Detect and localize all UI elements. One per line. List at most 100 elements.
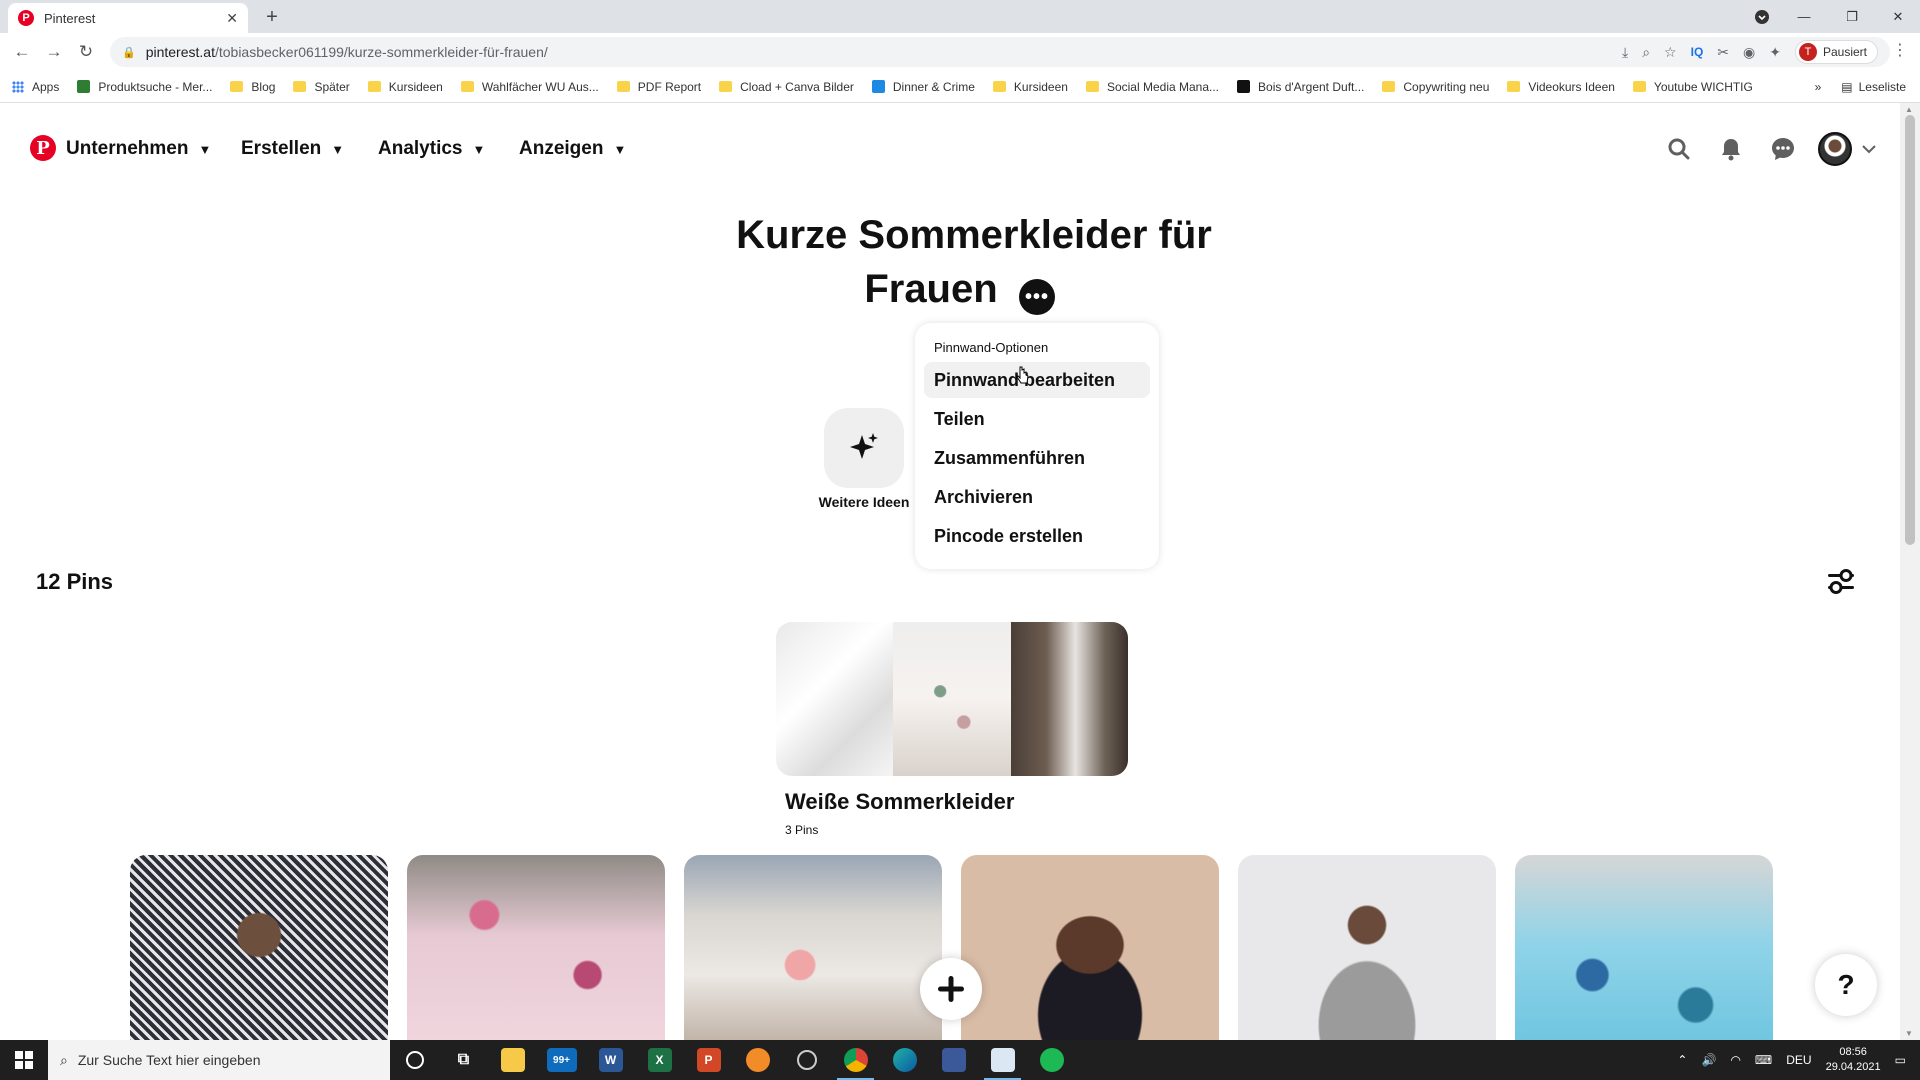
bookmark-item[interactable]: Blog [230,80,275,94]
reading-list-button[interactable]: ▤ Leseliste [1841,80,1906,94]
keyboard-icon[interactable]: ⌨ [1755,1053,1772,1067]
bookmarks-overflow-icon[interactable]: » [1815,80,1822,94]
app-blue-icon[interactable] [929,1040,978,1080]
window-minimize-icon[interactable]: — [1782,0,1826,33]
excel-icon[interactable]: X [635,1040,684,1080]
extensions-puzzle-icon[interactable]: ✦ [1769,44,1781,61]
filter-sliders-icon[interactable] [1826,568,1856,596]
app-orange-icon[interactable] [733,1040,782,1080]
chrome-menu-icon[interactable]: ⋮ [1892,40,1908,60]
wifi-icon[interactable]: ◠ [1730,1053,1740,1067]
bookmark-item[interactable]: Kursideen [992,80,1068,94]
reload-icon[interactable]: ↻ [74,40,98,64]
pinterest-logo-icon[interactable]: P [30,135,56,161]
bookmark-item[interactable]: Apps [12,80,59,94]
scroll-up-icon[interactable]: ▲ [1905,105,1913,114]
extension-badge-icon[interactable]: ✂ [1717,44,1729,61]
menu-item-edit-board[interactable]: Pinnwand bearbeiten [924,362,1150,398]
pin-card[interactable] [961,855,1219,1040]
windows-start-icon[interactable] [0,1040,48,1080]
pin-card[interactable] [407,855,665,1040]
bookmark-item[interactable]: Social Media Mana... [1085,80,1219,94]
tab-search-icon[interactable] [1740,0,1784,33]
language-indicator[interactable]: DEU [1786,1053,1811,1067]
section-card[interactable] [776,622,1128,776]
nav-unternehmen[interactable]: Unternehmen ▼ [66,135,211,163]
profile-button[interactable]: T Pausiert [1794,40,1878,64]
extension-iq-icon[interactable]: IQ [1691,45,1704,59]
user-avatar[interactable] [1815,129,1855,169]
cortana-icon[interactable] [390,1040,439,1080]
bookmark-label: Videokurs Ideen [1528,79,1615,94]
folder-icon [230,81,244,92]
chevron-down-icon: ▼ [331,141,345,157]
clock[interactable]: 08:56 29.04.2021 [1826,1045,1881,1075]
bookmark-item[interactable]: Produktsuche - Mer... [77,80,212,94]
board-options-button[interactable]: ••• [1019,279,1055,315]
back-arrow-icon[interactable]: ← [10,40,34,64]
windows-taskbar: ⌕ Zur Suche Text hier eingeben ⧉ 99+ W X… [0,1040,1920,1080]
menu-item-create-pincode[interactable]: Pincode erstellen [924,518,1150,554]
bookmark-item[interactable]: Wahlfächer WU Aus... [460,80,599,94]
scroll-down-icon[interactable]: ▼ [1905,1029,1913,1038]
extension-circle-icon[interactable]: ◉ [1743,44,1755,61]
add-pin-button[interactable] [920,958,982,1020]
browser-tab-strip: P Pinterest ✕ + — ❐ ✕ [0,0,1920,33]
bookmark-item[interactable]: Später [293,80,350,94]
bookmarks-bar: Apps Produktsuche - Mer... Blog Später Kursi… [0,71,1920,103]
bookmark-item[interactable]: PDF Report [616,80,701,94]
notification-center-icon[interactable]: ▭ [1895,1053,1906,1067]
messages-icon[interactable] [1763,129,1803,169]
pin-card[interactable] [1515,855,1773,1040]
pin-card[interactable] [1238,855,1496,1040]
section-title[interactable]: Weiße Sommerkleider [785,789,1014,815]
nav-analytics[interactable]: Analytics ▼ [378,135,485,163]
bookmark-star-icon[interactable]: ☆ [1664,44,1677,61]
account-chevron-down-icon[interactable] [1857,129,1881,169]
edge-icon[interactable] [880,1040,929,1080]
board-options-dropdown: Pinnwand-Optionen Pinnwand bearbeiten Te… [915,323,1159,569]
chrome-icon[interactable] [831,1040,880,1080]
browser-tab-pinterest[interactable]: P Pinterest ✕ [8,3,248,33]
new-tab-icon[interactable]: + [260,5,284,29]
powerpoint-icon[interactable]: P [684,1040,733,1080]
tray-chevron-up-icon[interactable]: ⌃ [1677,1053,1687,1067]
bookmark-item[interactable]: Youtube WICHTIG [1632,80,1753,94]
bookmark-item[interactable]: Bois d'Argent Duft... [1237,80,1364,94]
more-ideas-button[interactable] [824,408,904,488]
reading-list-icon: ▤ [1841,80,1853,94]
close-tab-icon[interactable]: ✕ [226,10,238,27]
file-explorer-icon[interactable] [488,1040,537,1080]
menu-item-merge[interactable]: Zusammenführen [924,440,1150,476]
bookmark-item[interactable]: Copywriting neu [1382,80,1489,94]
window-close-icon[interactable]: ✕ [1876,0,1920,33]
task-view-icon[interactable]: ⧉ [439,1040,488,1080]
taskbar-search-box[interactable]: ⌕ Zur Suche Text hier eingeben [48,1040,390,1080]
bookmark-item[interactable]: Dinner & Crime [871,80,975,94]
menu-item-share[interactable]: Teilen [924,401,1150,437]
help-button[interactable]: ? [1815,954,1877,1016]
bookmark-item[interactable]: Cload + Canva Bilder [719,80,854,94]
nav-anzeigen[interactable]: Anzeigen ▼ [519,135,626,163]
install-app-icon[interactable]: ⤓ [1622,44,1628,61]
zoom-icon[interactable]: ⌕ [1642,44,1650,61]
bookmark-item[interactable]: Videokurs Ideen [1507,80,1615,94]
word-icon[interactable]: W [586,1040,635,1080]
pin-card[interactable] [130,855,388,1040]
pin-card[interactable] [684,855,942,1040]
search-icon[interactable] [1659,129,1699,169]
folder-icon [992,81,1006,92]
scrollbar-thumb[interactable] [1905,115,1915,545]
nav-erstellen[interactable]: Erstellen ▼ [241,135,344,163]
page-scrollbar[interactable]: ▲ ▼ [1900,103,1920,1040]
mail-icon[interactable]: 99+ [537,1040,586,1080]
volume-icon[interactable]: 🔊 [1701,1053,1716,1067]
spotify-icon[interactable] [1027,1040,1076,1080]
app-window-icon[interactable] [978,1040,1027,1080]
bookmark-item[interactable]: Kursideen [367,80,443,94]
notifications-bell-icon[interactable] [1711,129,1751,169]
window-restore-icon[interactable]: ❐ [1830,0,1874,33]
forward-arrow-icon[interactable]: → [42,40,66,64]
app-circle-icon[interactable] [782,1040,831,1080]
menu-item-archive[interactable]: Archivieren [924,479,1150,515]
